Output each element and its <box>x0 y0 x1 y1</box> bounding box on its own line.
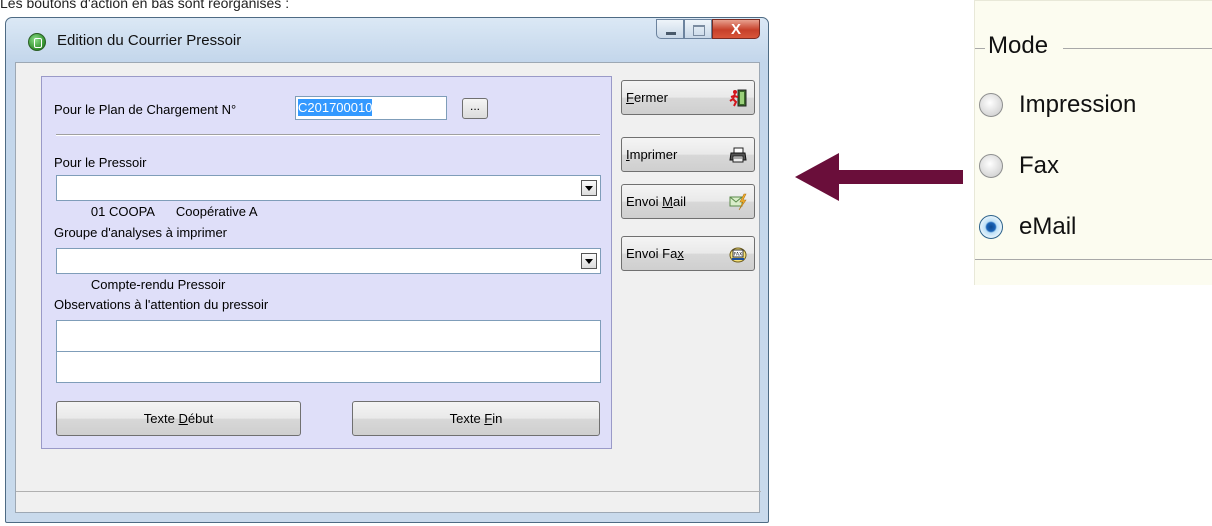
envoi-mail-button[interactable]: Envoi Mail <box>621 184 755 219</box>
app-icon <box>28 33 46 51</box>
printer-icon <box>729 147 747 163</box>
chevron-down-icon[interactable] <box>581 180 597 196</box>
envoi-mail-accesskey: M <box>662 194 673 209</box>
observations-label: Observations à l'attention du pressoir <box>54 297 269 312</box>
status-bar-divider <box>16 491 761 492</box>
radio-email[interactable] <box>979 215 1003 239</box>
maximize-button[interactable] <box>684 19 712 39</box>
fermer-button[interactable]: Fermer <box>621 80 755 115</box>
plan-number-value: C201700010 <box>298 99 373 116</box>
observations-line-1[interactable] <box>56 320 601 352</box>
radio-email-label: eMail <box>1019 213 1077 240</box>
svg-text:FAX: FAX <box>734 252 742 258</box>
caption-fragment: Les boutons d'action en bas sont réorgan… <box>0 0 290 11</box>
plan-label: Pour le Plan de Chargement N° <box>54 102 237 117</box>
close-icon: X <box>730 21 741 38</box>
texte-debut-label-pre: Texte <box>143 411 179 426</box>
fermer-accesskey: F <box>626 90 634 105</box>
radio-fax[interactable] <box>979 154 1003 178</box>
email-send-icon <box>729 193 747 211</box>
group-border-right <box>1063 48 1212 49</box>
radio-impression-label: Impression <box>1019 91 1137 118</box>
fax-icon: FAX <box>729 247 747 263</box>
envoi-mail-label-post: ail <box>672 194 686 209</box>
envoi-mail-label-pre: Envoi <box>626 194 663 209</box>
envoi-fax-label-pre: Envoi Fa <box>626 246 678 261</box>
pressoir-select[interactable]: 01 COOPA Coopérative A <box>56 175 601 219</box>
arrow-left-icon <box>795 153 963 201</box>
mode-legend: Mode <box>987 32 1050 60</box>
texte-debut-accesskey: D <box>178 411 188 426</box>
texte-debut-button[interactable]: Texte Début <box>56 401 301 436</box>
envoi-fax-button[interactable]: Envoi Fax FAX <box>621 236 755 271</box>
close-button[interactable]: X <box>712 19 760 39</box>
mode-zoom-inset: Mode Impression Fax eMail <box>974 0 1212 285</box>
radio-impression[interactable] <box>979 93 1003 117</box>
texte-debut-label-post: ébut <box>187 411 214 426</box>
exit-runner-icon <box>729 89 747 107</box>
radio-fax-label: Fax <box>1019 152 1060 179</box>
texte-fin-label-pre: Texte <box>449 411 485 426</box>
form-panel: Pour le Plan de Chargement N° C201700010… <box>41 76 612 449</box>
fermer-label-post: ermer <box>633 90 668 105</box>
plan-number-input[interactable]: C201700010 <box>295 96 447 120</box>
dialog-client-area: Pour le Plan de Chargement N° C201700010… <box>15 62 761 513</box>
envoi-fax-accesskey: x <box>677 246 684 261</box>
observations-line-2[interactable] <box>56 351 601 383</box>
title-bar: Edition du Courrier Pressoir X <box>6 18 768 62</box>
groupe-label: Groupe d'analyses à imprimer <box>54 225 227 240</box>
group-border-left <box>975 48 985 49</box>
pressoir-select-value: 01 COOPA Coopérative A <box>90 204 258 219</box>
texte-fin-label-post: in <box>492 411 503 426</box>
chevron-down-icon[interactable] <box>581 253 597 269</box>
imprimer-button[interactable]: Imprimer <box>621 137 755 172</box>
separator <box>56 134 600 136</box>
dialog-window: Edition du Courrier Pressoir X Pour le P… <box>5 17 769 523</box>
window-controls: X <box>656 19 760 40</box>
pressoir-label: Pour le Pressoir <box>54 155 147 170</box>
imprimer-label-post: mprimer <box>629 147 678 162</box>
texte-fin-button[interactable]: Texte Fin <box>352 401 600 436</box>
window-title: Edition du Courrier Pressoir <box>57 32 242 49</box>
minimize-button[interactable] <box>656 19 684 39</box>
groupe-select-value: Compte-rendu Pressoir <box>90 277 226 292</box>
group-border-bottom <box>975 259 1212 260</box>
browse-button[interactable]: ... <box>462 98 488 119</box>
groupe-select[interactable]: Compte-rendu Pressoir <box>56 248 601 292</box>
